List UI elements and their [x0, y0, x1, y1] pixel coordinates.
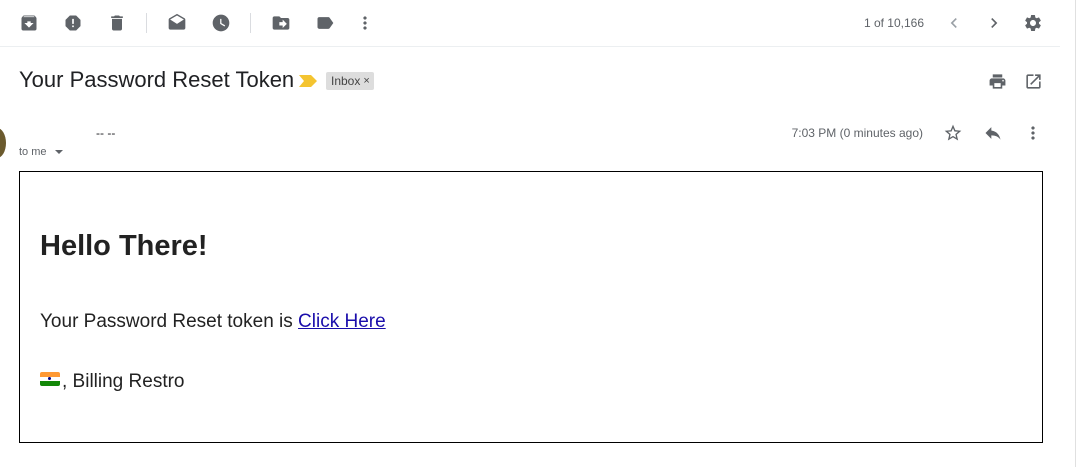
inbox-label-chip: Inbox × — [326, 72, 374, 90]
older-chevron-right-icon[interactable] — [982, 11, 1006, 35]
sender-name[interactable]: -- -- — [96, 126, 118, 138]
open-in-new-window-icon[interactable] — [1022, 70, 1044, 92]
archive-icon[interactable] — [17, 11, 41, 35]
more-vert-icon[interactable] — [353, 11, 377, 35]
chevron-down-icon — [54, 150, 63, 154]
token-text: Your Password Reset token is — [40, 311, 299, 332]
reset-link[interactable]: Click Here — [298, 311, 386, 332]
message-subject: Your Password Reset Token — [19, 67, 295, 92]
importance-marker-icon[interactable] — [299, 75, 317, 87]
print-icon[interactable] — [986, 70, 1008, 92]
message-timestamp: 7:03 PM (0 minutes ago) — [791, 126, 923, 140]
recipient-details-toggle[interactable]: to me — [19, 146, 63, 158]
sender-avatar[interactable] — [0, 128, 6, 158]
to-me-text: to me — [19, 146, 47, 158]
settings-gear-icon[interactable] — [1021, 11, 1045, 35]
message-more-vert-icon[interactable] — [1022, 122, 1044, 144]
label-icon[interactable] — [313, 11, 337, 35]
token-line: Your Password Reset token is Click Here — [40, 311, 386, 333]
label-chip-text: Inbox — [331, 74, 361, 88]
india-flag-icon — [40, 372, 60, 386]
report-spam-icon[interactable] — [61, 11, 85, 35]
toolbar-divider — [250, 13, 251, 33]
mark-unread-icon[interactable] — [165, 11, 189, 35]
email-greeting: Hello There! — [40, 230, 208, 262]
star-icon[interactable] — [942, 122, 964, 144]
snooze-icon[interactable] — [209, 11, 233, 35]
message-toolbar: 1 of 10,166 — [0, 0, 1060, 47]
newer-chevron-left-icon[interactable] — [942, 11, 966, 35]
remove-label-icon[interactable]: × — [363, 75, 369, 87]
scroll-divider — [1075, 0, 1076, 467]
reply-icon[interactable] — [982, 122, 1004, 144]
email-body: Hello There! Your Password Reset token i… — [19, 171, 1043, 443]
move-to-icon[interactable] — [269, 11, 293, 35]
toolbar-divider — [146, 13, 147, 33]
pager-count: 1 of 10,166 — [863, 16, 924, 30]
delete-icon[interactable] — [105, 11, 129, 35]
signature: , Billing Restro — [40, 371, 185, 393]
gmail-message-view: 1 of 10,166 Your Password Reset Token In… — [0, 0, 1087, 467]
signature-text: , Billing Restro — [62, 371, 185, 392]
